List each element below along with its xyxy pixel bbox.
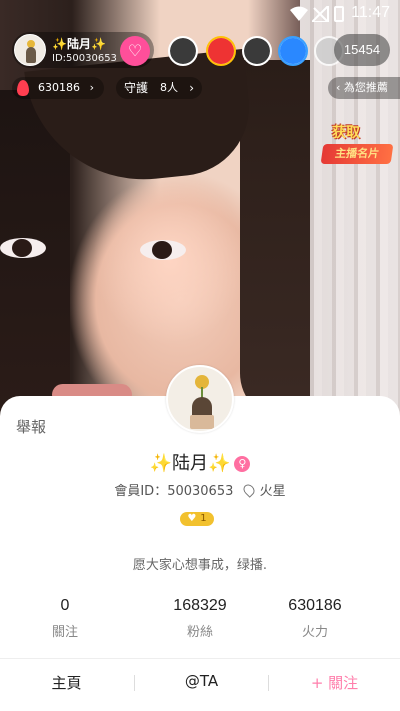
home-button[interactable]: 主頁 bbox=[0, 672, 133, 693]
event-badge-subtitle: 主播名片 bbox=[320, 144, 394, 164]
stat-label: 火力 bbox=[301, 625, 328, 640]
host-id: ID:50030653 bbox=[52, 53, 117, 64]
report-button[interactable]: 舉報 bbox=[16, 416, 46, 437]
avatar-skirt bbox=[190, 415, 214, 429]
action-bar: 主頁 @TA + 關注 bbox=[0, 658, 400, 711]
stat-value: 0 bbox=[60, 597, 70, 614]
level-badge: ♥ 1 bbox=[180, 512, 214, 526]
event-badge[interactable]: 获取 主播名片 bbox=[320, 120, 394, 168]
stat-following[interactable]: 0 關注 bbox=[0, 597, 130, 640]
event-badge-title: 获取 bbox=[332, 125, 360, 141]
follow-button[interactable]: + 關注 bbox=[268, 672, 400, 693]
heart-plus-icon: ♡ bbox=[127, 41, 143, 60]
status-bar: 11:47 bbox=[0, 0, 400, 28]
profile-meta: 會員ID：50030653 火星 bbox=[0, 480, 400, 499]
stat-firepower[interactable]: 630186 火力 bbox=[250, 597, 380, 640]
recommend-label: 為您推薦 bbox=[343, 81, 388, 94]
wifi-icon bbox=[290, 6, 308, 21]
guard-label: 守護 bbox=[124, 81, 149, 95]
chevron-right-icon: › bbox=[189, 81, 194, 95]
guard-count: 8人 bbox=[160, 81, 178, 94]
guard-pill[interactable]: 守護 8人 › bbox=[116, 77, 202, 99]
fire-icon bbox=[17, 80, 29, 96]
fire-value: 630186 bbox=[38, 81, 80, 94]
heart-icon: ♥ bbox=[187, 513, 197, 524]
stat-label: 關注 bbox=[51, 625, 78, 640]
status-time: 11:47 bbox=[351, 4, 390, 21]
viewer-avatar[interactable] bbox=[168, 36, 198, 66]
profile-name-text: 陆月 bbox=[172, 453, 208, 474]
location: 火星 bbox=[259, 484, 286, 499]
profile-name: ✨陆月✨ ♀ bbox=[0, 449, 400, 475]
eye-right bbox=[140, 240, 186, 260]
member-id: 會員ID：50030653 bbox=[114, 484, 234, 499]
host-avatar[interactable] bbox=[14, 34, 46, 66]
cellular-icon bbox=[312, 6, 329, 22]
host-name: ✨陆月✨ bbox=[52, 37, 106, 51]
level-value: 1 bbox=[200, 513, 207, 524]
battery-icon bbox=[334, 6, 344, 22]
hair-right bbox=[240, 60, 310, 420]
stat-value: 168329 bbox=[173, 597, 227, 614]
fire-value-pill[interactable]: 630186 › bbox=[12, 77, 104, 99]
chevron-left-icon: ‹ bbox=[336, 81, 344, 94]
viewer-avatar[interactable] bbox=[206, 36, 236, 66]
signature: 愿大家心想事成，绿播. bbox=[132, 558, 268, 573]
stat-fans[interactable]: 168329 粉絲 bbox=[135, 597, 265, 640]
sparkle-icon: ✨ bbox=[208, 453, 231, 474]
viewer-count-button[interactable]: 15454 bbox=[334, 34, 390, 66]
profile-avatar[interactable] bbox=[166, 365, 234, 433]
chevron-right-icon: › bbox=[89, 81, 94, 94]
stat-label: 粉絲 bbox=[186, 625, 213, 640]
mention-button[interactable]: @TA bbox=[135, 672, 268, 690]
stat-value: 630186 bbox=[288, 597, 342, 614]
female-icon: ♀ bbox=[234, 456, 251, 472]
viewer-avatar[interactable] bbox=[242, 36, 272, 66]
follow-heart-button[interactable]: ♡ bbox=[120, 36, 150, 66]
sparkle-icon: ✨ bbox=[149, 453, 172, 474]
viewer-avatar[interactable] bbox=[278, 36, 308, 66]
recommend-button[interactable]: ‹ 為您推薦 bbox=[328, 77, 400, 99]
location-pin-icon bbox=[240, 482, 257, 498]
eye-left bbox=[0, 238, 46, 258]
